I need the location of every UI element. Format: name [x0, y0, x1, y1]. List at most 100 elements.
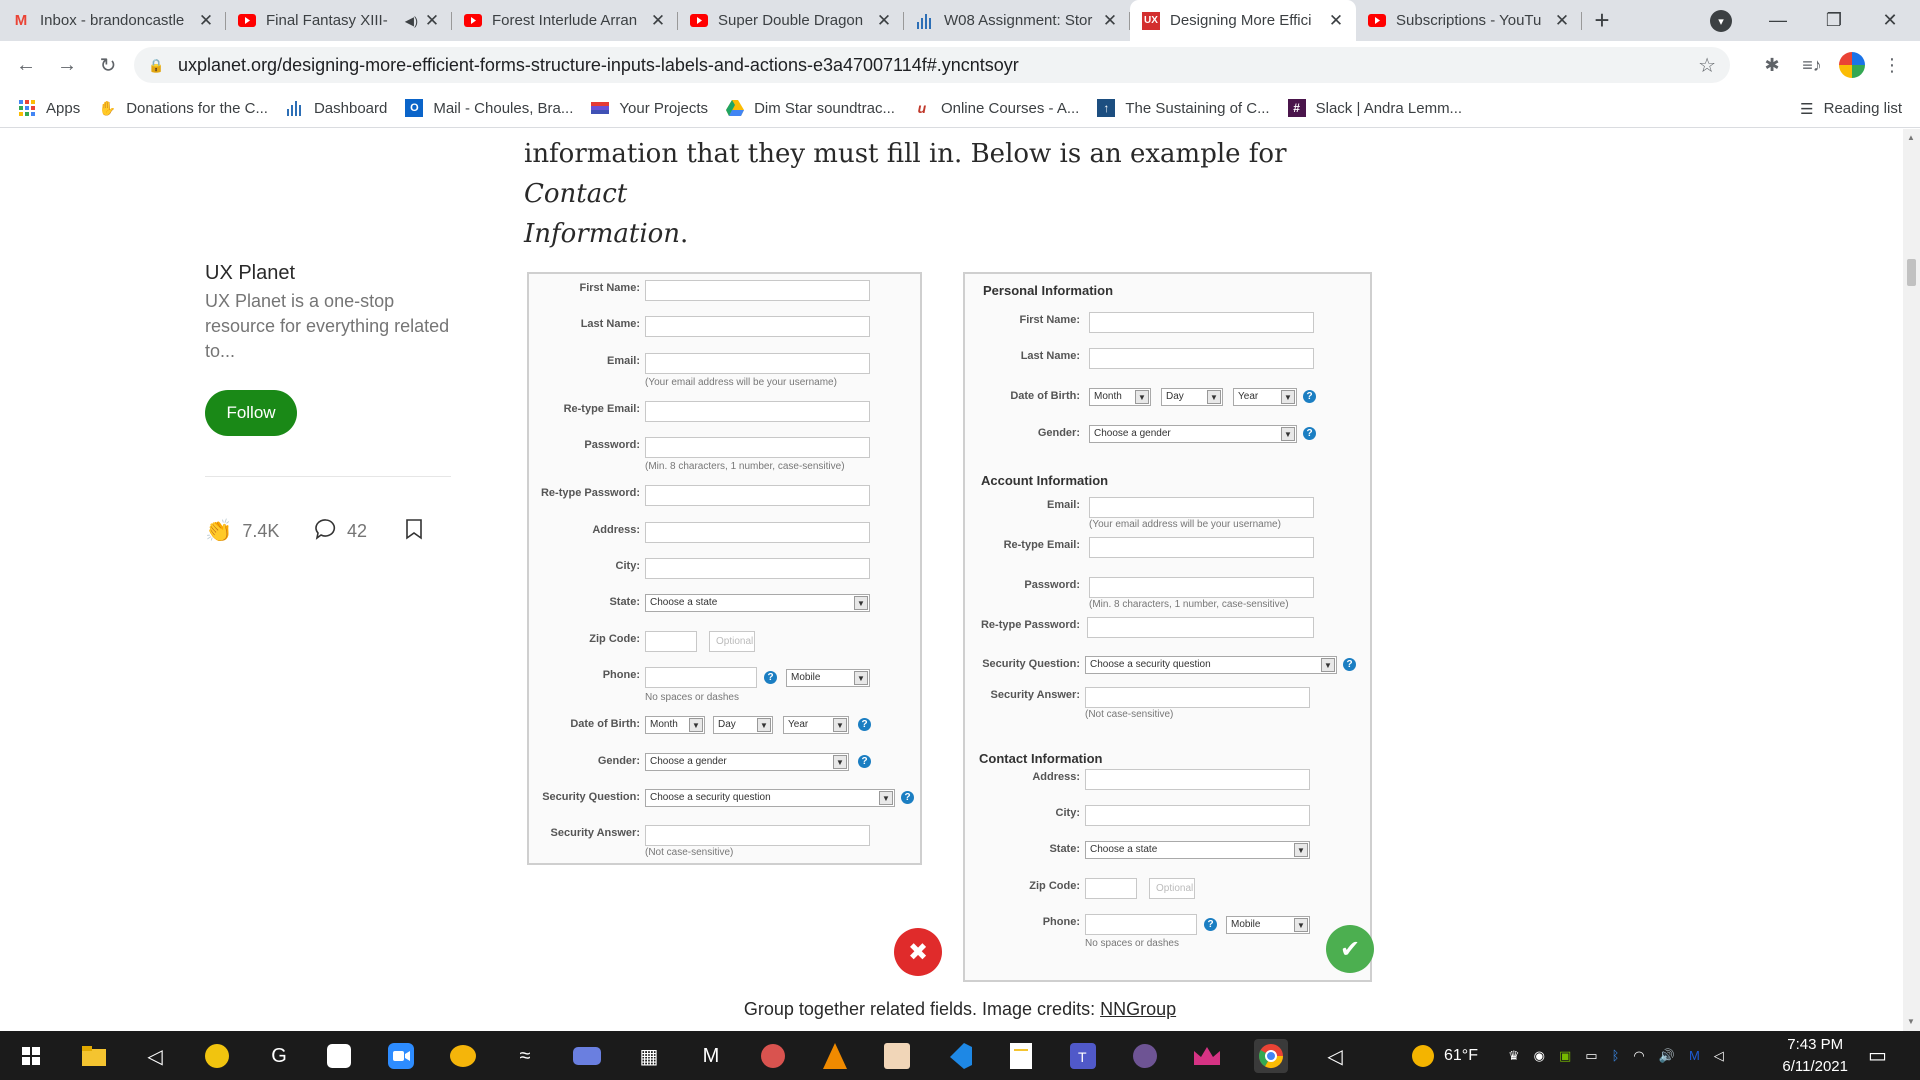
bookmark-mail[interactable]: O Mail - Choules, Bra...	[405, 99, 573, 117]
scrollbar-thumb[interactable]	[1907, 259, 1916, 286]
tray-app-icon[interactable]: ♛	[1508, 1048, 1520, 1064]
tab-super-double-dragon[interactable]: Super Double Dragon ✕	[678, 0, 904, 41]
caption-link[interactable]: NNGroup	[1100, 999, 1176, 1019]
close-icon[interactable]: ✕	[198, 11, 214, 31]
weather-widget[interactable]: 61°F	[1412, 1031, 1478, 1080]
discord-icon[interactable]: ◉	[1534, 1048, 1545, 1064]
app-icon-grid[interactable]: ▦	[632, 1039, 666, 1073]
bookmark-button[interactable]	[405, 518, 423, 545]
volume-icon[interactable]: 🔊	[1659, 1048, 1675, 1064]
help-icon: ?	[1204, 918, 1217, 931]
gmail-icon: M	[14, 12, 28, 29]
vlc-icon[interactable]	[818, 1039, 852, 1073]
last-name-input	[1089, 348, 1314, 369]
apps-grid-icon	[18, 99, 36, 117]
tab-subscriptions[interactable]: Subscriptions - YouTu ✕	[1356, 0, 1582, 41]
responses-button[interactable]: 42	[315, 518, 367, 545]
minimize-icon[interactable]: —	[1750, 0, 1806, 41]
publication-name[interactable]: UX Planet	[205, 262, 295, 285]
address-bar[interactable]: 🔒 uxplanet.org/designing-more-efficient-…	[134, 47, 1730, 83]
extensions-icon[interactable]: ✱	[1756, 49, 1788, 81]
tab-designing-more-efficient[interactable]: UX Designing More Effici ✕	[1130, 0, 1356, 41]
app-icon-square[interactable]	[322, 1039, 356, 1073]
retype-email-input	[1089, 537, 1314, 558]
audio-icon[interactable]: ◀)	[405, 14, 418, 28]
chrome-icon[interactable]	[1254, 1039, 1288, 1073]
file-explorer-icon[interactable]	[77, 1039, 111, 1073]
page-scrollbar[interactable]: ▲ ▼	[1903, 129, 1920, 1031]
github-icon[interactable]	[1128, 1039, 1162, 1073]
donation-icon: ✋	[98, 99, 116, 116]
close-icon[interactable]: ✕	[1328, 11, 1344, 31]
first-name-input	[645, 280, 870, 301]
bookmark-online-courses[interactable]: u Online Courses - A...	[913, 99, 1080, 117]
app-icon-yellow[interactable]	[200, 1039, 234, 1073]
teams-icon[interactable]: T	[1066, 1039, 1100, 1073]
nvidia-icon[interactable]: ▣	[1559, 1048, 1571, 1064]
tab-ff13[interactable]: Final Fantasy XIII- ◀) ✕	[226, 0, 452, 41]
select-value: Choose a gender	[1094, 428, 1171, 439]
notifications-icon[interactable]: ▭	[1868, 1031, 1887, 1080]
bookmark-dashboard[interactable]: Dashboard	[286, 99, 387, 117]
back-icon[interactable]: ←	[10, 49, 42, 81]
bookmark-sustaining[interactable]: ↑ The Sustaining of C...	[1097, 99, 1270, 117]
close-icon[interactable]: ✕	[1554, 11, 1570, 31]
weather-temp: 61°F	[1444, 1046, 1478, 1064]
reload-icon[interactable]: ↻	[92, 49, 124, 81]
vscode-icon[interactable]	[942, 1039, 976, 1073]
bookmark-apps[interactable]: Apps	[18, 99, 80, 117]
restore-icon[interactable]: ❐	[1806, 0, 1862, 41]
app-icon-document[interactable]	[1004, 1039, 1038, 1073]
malwarebytes-icon[interactable]: M	[694, 1039, 728, 1073]
tab-gmail[interactable]: M Inbox - brandoncastle ✕	[0, 0, 226, 41]
field-label: Gender:	[1037, 427, 1080, 439]
clap-button[interactable]: 👏 7.4K	[205, 518, 279, 544]
unity-hub-icon[interactable]: ◁	[1318, 1039, 1352, 1073]
bookmark-donations[interactable]: ✋ Donations for the C...	[98, 99, 267, 117]
windows-start-icon[interactable]	[14, 1039, 48, 1073]
tab-search-icon[interactable]: ▾	[1710, 10, 1732, 32]
lock-icon: 🔒	[148, 58, 165, 73]
bookmark-dim-star[interactable]: Dim Star soundtrac...	[726, 99, 895, 117]
profile-avatar[interactable]	[1836, 49, 1868, 81]
app-icon-compass[interactable]	[756, 1039, 790, 1073]
sun-icon	[1412, 1044, 1434, 1067]
wifi-icon[interactable]: ◠	[1633, 1048, 1644, 1064]
new-tab-button[interactable]: +	[1582, 0, 1622, 41]
youtube-icon	[690, 12, 708, 30]
app-icon-crown[interactable]	[1190, 1039, 1224, 1073]
follow-button[interactable]: Follow	[205, 390, 297, 436]
tab-forest-interlude[interactable]: Forest Interlude Arran ✕	[452, 0, 678, 41]
bookmark-star-icon[interactable]: ☆	[1698, 53, 1716, 78]
malwarebytes-tray-icon[interactable]: M	[1689, 1048, 1700, 1063]
tab-w08-assignment[interactable]: W08 Assignment: Stor ✕	[904, 0, 1130, 41]
close-icon[interactable]: ✕	[650, 11, 666, 31]
battery-icon[interactable]: ▭	[1585, 1048, 1597, 1064]
unity-tray-icon[interactable]: ◁	[1714, 1048, 1724, 1064]
scroll-down-icon[interactable]: ▼	[1907, 1017, 1915, 1026]
forward-icon[interactable]: →	[51, 49, 83, 81]
bluetooth-icon[interactable]: ᛒ	[1612, 1048, 1620, 1063]
close-icon[interactable]: ✕	[876, 11, 892, 31]
dolphin-icon[interactable]: ≈	[508, 1039, 542, 1073]
bookmark-slack[interactable]: # Slack | Andra Lemm...	[1287, 99, 1462, 117]
bookmark-icon	[405, 518, 423, 545]
reading-list-button[interactable]: ☰ Reading list	[1800, 89, 1902, 128]
system-tray[interactable]: ♛ ◉ ▣ ▭ ᛒ ◠ 🔊 M ◁	[1508, 1031, 1724, 1080]
close-window-icon[interactable]: ✕	[1862, 0, 1918, 41]
bookmark-your-projects[interactable]: Your Projects	[591, 99, 708, 117]
youtube-icon	[464, 12, 482, 30]
close-icon[interactable]: ✕	[1102, 11, 1118, 31]
media-control-icon[interactable]: ≡♪	[1796, 49, 1828, 81]
clock[interactable]: 7:43 PM 6/11/2021	[1782, 1034, 1848, 1078]
menu-icon[interactable]: ⋮	[1876, 49, 1908, 81]
logitech-icon[interactable]: G	[262, 1039, 296, 1073]
app-icon-orange[interactable]	[446, 1039, 480, 1073]
app-icon-console[interactable]	[570, 1039, 604, 1073]
scroll-up-icon[interactable]: ▲	[1907, 133, 1915, 142]
app-icon-anime[interactable]	[880, 1039, 914, 1073]
unity-icon[interactable]: ◁	[138, 1039, 172, 1073]
phone-type-select: Mobile ▼	[786, 669, 870, 687]
zoom-icon[interactable]	[384, 1039, 418, 1073]
close-icon[interactable]: ✕	[424, 11, 440, 31]
